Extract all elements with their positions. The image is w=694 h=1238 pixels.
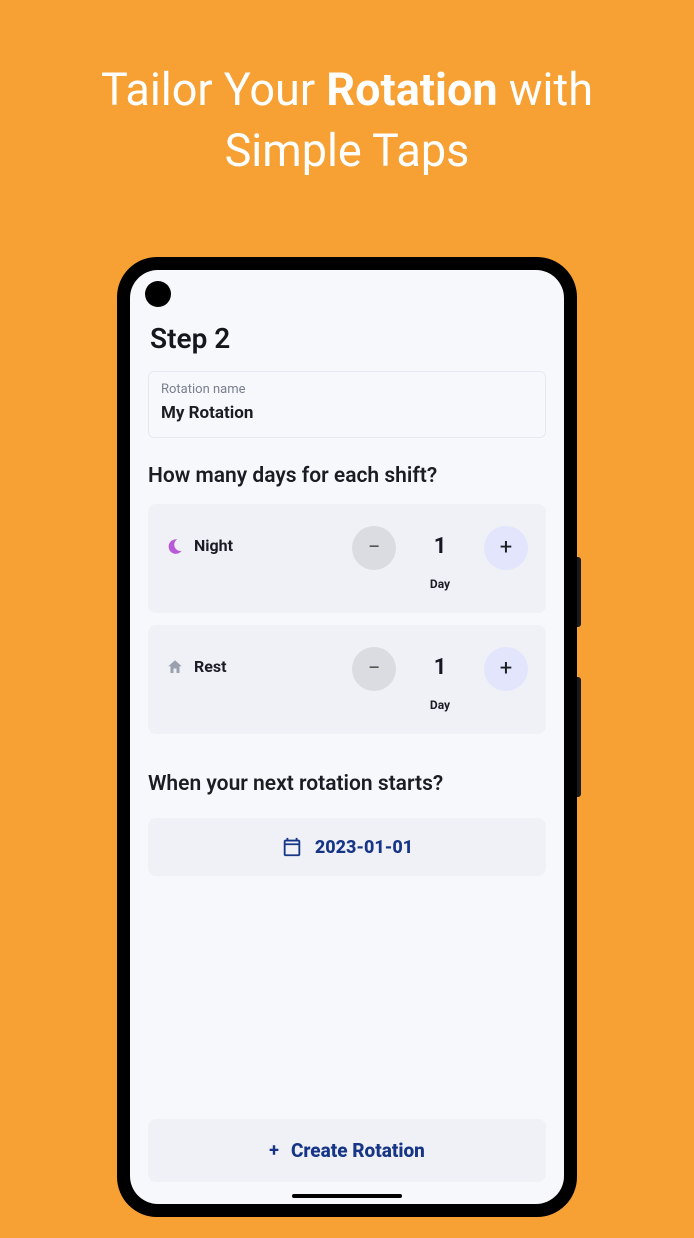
create-rotation-button[interactable]: + Create Rotation <box>148 1119 546 1182</box>
increment-button[interactable]: + <box>484 526 528 570</box>
start-date-value: 2023-01-01 <box>315 837 413 858</box>
home-indicator <box>292 1194 402 1198</box>
shift-count: 1 <box>434 534 447 559</box>
home-icon <box>166 658 184 676</box>
shift-unit: Day <box>430 577 450 591</box>
create-rotation-label: Create Rotation <box>291 1139 425 1162</box>
shift-name: Rest <box>194 657 227 676</box>
app-screen: Step 2 Rotation name My Rotation How man… <box>130 270 564 1204</box>
rotation-name-value: My Rotation <box>161 403 533 423</box>
headline-emphasis: Rotation <box>326 63 497 116</box>
shift-count: 1 <box>434 655 447 680</box>
step-title: Step 2 <box>148 322 546 355</box>
rotation-name-field[interactable]: Rotation name My Rotation <box>148 371 546 438</box>
headline-part: with <box>498 63 593 116</box>
increment-button[interactable]: + <box>484 647 528 691</box>
shift-row-night: Night − 1 Day + <box>148 504 546 613</box>
marketing-headline: Tailor Your Rotation with Simple Taps <box>0 0 694 182</box>
shift-name: Night <box>194 536 233 555</box>
phone-side-button <box>577 557 581 627</box>
decrement-button[interactable]: − <box>352 647 396 691</box>
start-date-picker[interactable]: 2023-01-01 <box>148 818 546 876</box>
start-date-question: When your next rotation starts? <box>148 772 546 796</box>
plus-icon: + <box>269 1140 279 1161</box>
rotation-name-label: Rotation name <box>161 382 533 397</box>
phone-frame: Step 2 Rotation name My Rotation How man… <box>117 257 577 1217</box>
phone-camera-hole <box>145 281 171 307</box>
headline-part: Simple Taps <box>225 124 470 177</box>
shift-row-rest: Rest − 1 Day + <box>148 625 546 734</box>
shift-days-question: How many days for each shift? <box>148 464 546 488</box>
headline-part: Tailor Your <box>101 63 326 116</box>
calendar-icon <box>281 836 303 858</box>
phone-side-button <box>577 677 581 797</box>
shift-unit: Day <box>430 698 450 712</box>
decrement-button[interactable]: − <box>352 526 396 570</box>
moon-icon <box>166 537 184 555</box>
